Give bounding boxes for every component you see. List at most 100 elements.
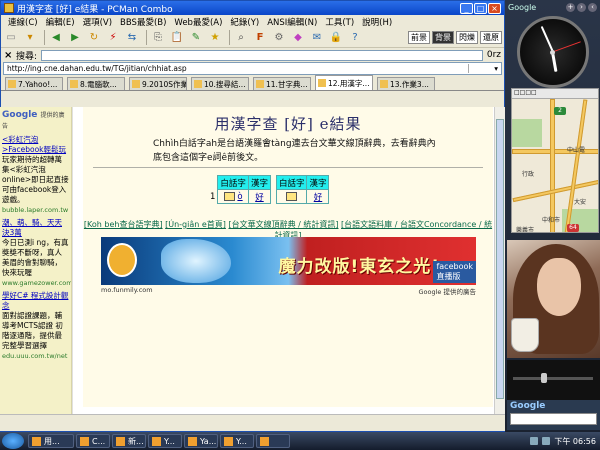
close-button[interactable]: ×: [488, 2, 501, 14]
vertical-scrollbar[interactable]: [494, 107, 505, 414]
banner-headline: 魔力改版!東玄之光!: [278, 257, 440, 277]
menu-item-7[interactable]: 工具(T): [321, 16, 358, 28]
minimize-button[interactable]: _: [460, 2, 473, 14]
help-icon[interactable]: ?: [347, 30, 363, 45]
tray-volume-icon[interactable]: [542, 437, 551, 445]
poj-link[interactable]: ò: [237, 192, 242, 202]
google-search-input[interactable]: [510, 413, 597, 425]
find-icon[interactable]: ⌕: [233, 30, 249, 45]
browser-tab[interactable]: 12.用漢字...: [315, 75, 373, 90]
menu-item-3[interactable]: BBS最愛(B): [116, 16, 170, 28]
close-search-icon[interactable]: ×: [4, 50, 16, 61]
taskbar-task[interactable]: 新...: [112, 434, 146, 448]
browser-tab[interactable]: 10.搜尋結...: [191, 77, 249, 90]
browser-tab[interactable]: 13.作業3...: [377, 77, 435, 90]
ad-url[interactable]: bubble.laper.com.tw: [2, 205, 69, 215]
poj-cell: ò: [217, 189, 249, 204]
map-gadget[interactable]: □□□□ 2 64 中山電 行政 大安 中和市 樂義市: [511, 88, 599, 233]
taskbar-task[interactable]: Ya...: [184, 434, 218, 448]
map-label: 中山電: [567, 147, 586, 154]
menu-item-8[interactable]: 說明(H): [358, 16, 396, 28]
map-label: 行政: [522, 171, 535, 178]
restore-button[interactable]: 還原: [480, 31, 502, 44]
connect-icon[interactable]: ⚡: [105, 30, 121, 45]
ad-url[interactable]: www.gamezower.com.tw: [2, 278, 71, 288]
ansi-icon[interactable]: ◆: [290, 30, 306, 45]
foreground-button[interactable]: 前景: [408, 31, 430, 44]
open-icon[interactable]: ▾: [22, 30, 38, 45]
maximize-button[interactable]: □: [474, 2, 487, 14]
disconnect-icon[interactable]: ⇆: [124, 30, 140, 45]
zoom-readout[interactable]: 0rz: [487, 50, 501, 60]
tray-clock[interactable]: 下午 06:56: [554, 436, 596, 447]
taskbar: 用... C... 新... Y... Ya... Y... 下午 06:56: [0, 432, 600, 450]
speaker-icon[interactable]: [223, 191, 235, 201]
banner-url[interactable]: mo.funmily.com: [101, 286, 153, 296]
browser-tab[interactable]: 7.Yahoo!...: [5, 77, 63, 90]
toolbar-separator: [229, 30, 230, 45]
browser-tab[interactable]: 9.2010S作業: [129, 77, 187, 90]
footer-link[interactable]: [台文華文線頂辭典 / 統計資訊]: [228, 220, 338, 229]
speaker-icon[interactable]: [286, 191, 298, 201]
browser-tab[interactable]: 11.甘字典...: [253, 77, 311, 90]
second-hand: [552, 41, 581, 53]
lock-icon[interactable]: 🔒: [328, 30, 344, 45]
url-dropdown-icon[interactable]: ▾: [468, 64, 498, 73]
menu-item-4[interactable]: Web最愛(A): [170, 16, 226, 28]
taskbar-task[interactable]: C...: [76, 434, 110, 448]
taskbar-task[interactable]: Y...: [220, 434, 254, 448]
ad-title-link[interactable]: <彩虹汽泡>Facebook輕鬆玩: [2, 135, 66, 154]
hanzi-link[interactable]: 好: [255, 193, 264, 203]
media-player-gadget: [507, 360, 600, 400]
volume-knob[interactable]: [541, 373, 547, 383]
task-list: 用... C... 新... Y... Ya... Y...: [28, 434, 292, 448]
menu-item-5[interactable]: 紀錄(Y): [226, 16, 263, 28]
taskbar-task[interactable]: [256, 434, 290, 448]
slideshow-photo[interactable]: [507, 240, 600, 358]
add-gadget-button[interactable]: +: [566, 2, 575, 12]
toolbar-separator: [146, 30, 147, 45]
tray-network-icon[interactable]: [530, 437, 539, 445]
font-icon[interactable]: F: [252, 30, 268, 45]
task-label: 用...: [44, 436, 60, 446]
browser-tab[interactable]: 8.電腦軟...: [67, 77, 125, 90]
background-button[interactable]: 背景: [432, 31, 454, 44]
google-ads-logo: Google 提供的廣告: [2, 110, 65, 130]
footer-link[interactable]: [Ún-giân e首頁]: [165, 220, 226, 229]
back-icon[interactable]: ◀: [48, 30, 64, 45]
scroll-thumb[interactable]: [496, 119, 504, 399]
search-input[interactable]: [41, 49, 483, 61]
settings-icon[interactable]: ⚙: [271, 30, 287, 45]
address-bar[interactable]: http://ing.cne.dahan.edu.tw/TG/jitian/ch…: [3, 62, 502, 75]
blink-button[interactable]: 閃爍: [456, 31, 478, 44]
copy-icon[interactable]: ⎘: [150, 30, 166, 45]
intro-text: Chhìh白話字ah是台語漢羅會tàng連去台文華文線頂辭典，去看辭典內底包含這…: [153, 139, 436, 163]
taskbar-task[interactable]: Y...: [148, 434, 182, 448]
title-bar[interactable]: 用漢字查 [好] e結果 - PCMan Combo _ □ ×: [1, 1, 504, 15]
ad-banner[interactable]: 魔力改版!東玄之光! facebook 直播版: [101, 237, 476, 285]
ad-url[interactable]: edu.uuu.com.tw/net: [2, 351, 69, 361]
gadget-nav-button[interactable]: ›: [577, 2, 586, 12]
photo-cup: [511, 318, 539, 352]
footer-link[interactable]: [Koh beh查台語字典]: [84, 220, 163, 229]
task-app-icon: [260, 436, 269, 446]
start-button[interactable]: [2, 433, 24, 449]
volume-track[interactable]: [513, 377, 593, 380]
favorites-icon[interactable]: ★: [207, 30, 223, 45]
gadget-nav-back-button[interactable]: ‹: [588, 2, 597, 12]
ad-title-link[interactable]: 學好C# 程式設計觀念: [2, 291, 68, 310]
ad-title-link[interactable]: 潮、萌、騎、天天決3萬: [2, 218, 62, 237]
paste-icon[interactable]: 📋: [169, 30, 185, 45]
menu-item-1[interactable]: 編輯(E): [42, 16, 79, 28]
taskbar-task[interactable]: 用...: [28, 434, 74, 448]
tools-icon[interactable]: ✉: [309, 30, 325, 45]
menu-item-2[interactable]: 選項(V): [79, 16, 116, 28]
reload-icon[interactable]: ↻: [86, 30, 102, 45]
paste-color-icon[interactable]: ✎: [188, 30, 204, 45]
forward-icon[interactable]: ▶: [67, 30, 83, 45]
menu-item-6[interactable]: ANSI編輯(N): [263, 16, 321, 28]
menu-item-0[interactable]: 連線(C): [4, 16, 42, 28]
new-connection-icon[interactable]: ▭: [3, 30, 19, 45]
map-select[interactable]: □□□□: [512, 89, 598, 99]
hanzi-link-2[interactable]: 好: [314, 193, 323, 203]
